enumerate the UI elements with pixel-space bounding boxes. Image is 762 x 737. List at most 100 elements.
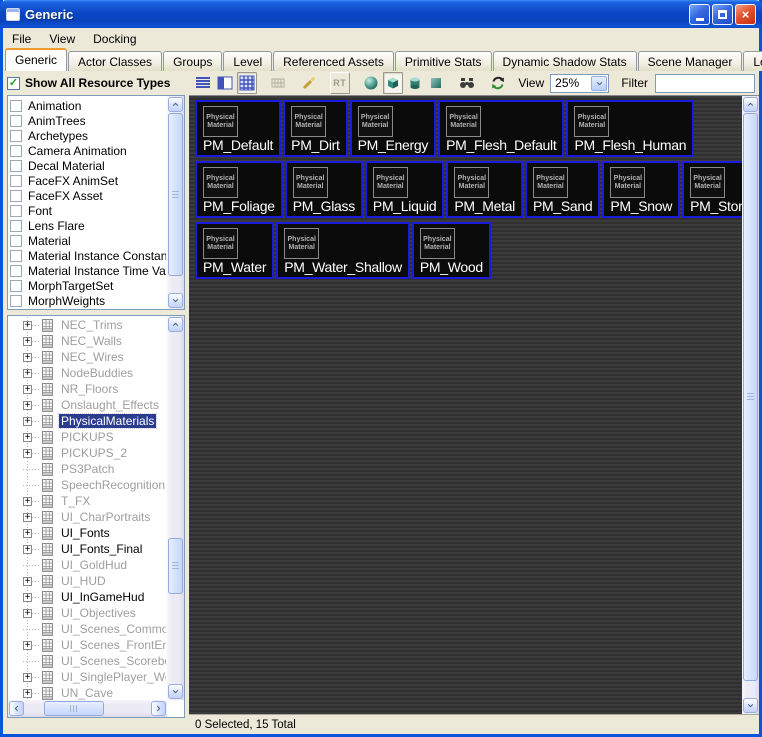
tab-actor-classes[interactable]: Actor Classes	[68, 51, 163, 71]
scroll-down-button[interactable]	[743, 698, 758, 713]
asset-tile[interactable]: Physical Material PM_Wood	[411, 222, 491, 279]
expand-plus-icon[interactable]	[23, 639, 32, 652]
show-all-resource-types-row[interactable]: ✓ Show All Resource Types	[7, 73, 170, 93]
resource-type-checkbox[interactable]	[10, 234, 22, 247]
scroll-up-button[interactable]	[168, 97, 183, 112]
tree-item[interactable]: NodeBuddies	[10, 365, 166, 381]
asset-tile[interactable]: Physical Material PM_Default	[195, 100, 282, 157]
expand-plus-icon[interactable]	[23, 319, 32, 332]
resource-type-row[interactable]: FaceFX AnimSet	[10, 173, 166, 188]
expand-plus-icon[interactable]	[23, 575, 32, 588]
cube-primitive-button[interactable]	[382, 72, 403, 94]
resource-type-row[interactable]: Decal Material	[10, 158, 166, 173]
expand-plus-icon[interactable]	[23, 383, 32, 396]
asset-tile[interactable]: Physical Material PM_Water_Shallow	[276, 222, 410, 279]
scroll-left-button[interactable]	[9, 701, 24, 716]
tab-scene-manager[interactable]: Scene Manager	[637, 51, 743, 71]
resource-type-row[interactable]: Font	[10, 203, 166, 218]
scroll-down-button[interactable]	[168, 684, 183, 699]
resource-type-checkbox[interactable]	[10, 279, 22, 292]
tab-level[interactable]: Level	[223, 51, 273, 71]
tree-item[interactable]: UN_Cave	[10, 685, 166, 700]
resource-type-checkbox[interactable]	[10, 174, 22, 187]
tree-item[interactable]: UI_GoldHud	[10, 557, 166, 573]
cylinder-primitive-button[interactable]	[405, 72, 425, 94]
resource-type-checkbox[interactable]	[10, 129, 22, 142]
tree-item[interactable]: PS3Patch	[10, 461, 166, 477]
tree-item[interactable]: NEC_Wires	[10, 349, 166, 365]
show-all-checkbox[interactable]: ✓	[7, 76, 20, 90]
expand-plus-icon[interactable]	[23, 543, 32, 556]
detail-grid-button[interactable]	[268, 72, 288, 94]
expand-plus-icon[interactable]	[23, 495, 32, 508]
resource-type-checkbox[interactable]	[10, 249, 22, 262]
resource-type-row[interactable]: Animation	[10, 98, 166, 113]
scrollbar-thumb[interactable]	[168, 113, 183, 276]
asset-tile[interactable]: Physical Material PM_Energy	[349, 100, 437, 157]
combo-dropdown-button[interactable]	[591, 75, 608, 91]
asset-tile[interactable]: Physical Material PM_Liquid	[364, 161, 445, 218]
close-button[interactable]: ×	[735, 3, 756, 25]
expand-plus-icon[interactable]	[23, 671, 32, 684]
expand-plus-icon[interactable]	[23, 367, 32, 380]
tree-item[interactable]: UI_HUD	[10, 573, 166, 589]
thumbnail-view-button[interactable]	[236, 72, 257, 94]
tree-v-scrollbar[interactable]	[167, 316, 184, 700]
tree-item[interactable]: SpeechRecognition	[10, 477, 166, 493]
resource-type-row[interactable]: Lens Flare	[10, 218, 166, 233]
tab-referenced-assets[interactable]: Referenced Assets	[273, 51, 394, 71]
tree-h-scrollbar[interactable]	[8, 700, 167, 717]
sphere-primitive-button[interactable]	[361, 72, 381, 94]
resource-type-row[interactable]: Material Instance Time Varyin	[10, 263, 166, 278]
asset-tile[interactable]: Physical Material PM_Dirt	[283, 100, 348, 157]
tab-log[interactable]: Log	[743, 51, 762, 71]
tab-primitive-stats[interactable]: Primitive Stats	[394, 51, 492, 71]
resource-type-checkbox[interactable]	[10, 294, 22, 307]
asset-tile[interactable]: Physical Material PM_Foliage	[195, 161, 283, 218]
expand-plus-icon[interactable]	[23, 591, 32, 604]
asset-tile[interactable]: Physical Material PM_Flesh_Human	[566, 100, 695, 157]
tree-item[interactable]: UI_Fonts	[10, 525, 166, 541]
refresh-button[interactable]	[488, 72, 508, 94]
tab-groups[interactable]: Groups	[163, 51, 223, 71]
minimize-button[interactable]	[689, 3, 710, 25]
resource-type-checkbox[interactable]	[10, 159, 22, 172]
menu-docking[interactable]: Docking	[84, 30, 145, 48]
plane-primitive-button[interactable]	[426, 72, 446, 94]
resource-type-checkbox[interactable]	[10, 114, 22, 127]
usage-tool-button[interactable]	[299, 72, 319, 94]
asset-tile[interactable]: Physical Material PM_Snow	[602, 161, 681, 218]
tree-item[interactable]: PICKUPS	[10, 429, 166, 445]
tab-dynamic-shadow-stats[interactable]: Dynamic Shadow Stats	[492, 51, 637, 71]
search-button[interactable]	[457, 72, 477, 94]
tree-item[interactable]: NEC_Trims	[10, 317, 166, 333]
asset-tile[interactable]: Physical Material PM_Glass	[284, 161, 363, 218]
expand-plus-icon[interactable]	[23, 511, 32, 524]
resource-list-scrollbar[interactable]	[167, 96, 184, 309]
scrollbar-thumb[interactable]	[44, 701, 104, 716]
expand-plus-icon[interactable]	[23, 335, 32, 348]
tab-generic[interactable]: Generic	[5, 48, 68, 71]
scroll-up-button[interactable]	[168, 317, 183, 332]
asset-tile[interactable]: Physical Material PM_Flesh_Default	[438, 100, 565, 157]
asset-tile[interactable]: Physical Material PM_Water	[195, 222, 275, 279]
expand-plus-icon[interactable]	[23, 399, 32, 412]
scrollbar-thumb[interactable]	[168, 538, 183, 594]
expand-plus-icon[interactable]	[23, 447, 32, 460]
resource-type-row[interactable]: AnimTrees	[10, 113, 166, 128]
tree-item[interactable]: NR_Floors	[10, 381, 166, 397]
filter-input[interactable]	[655, 73, 755, 93]
tree-item[interactable]: UI_Scenes_Scoreboards	[10, 653, 166, 669]
split-view-button[interactable]	[215, 72, 235, 94]
resource-type-checkbox[interactable]	[10, 219, 22, 232]
tree-item[interactable]: NEC_Walls	[10, 333, 166, 349]
list-view-button[interactable]	[193, 72, 213, 94]
resource-type-checkbox[interactable]	[10, 204, 22, 217]
expand-plus-icon[interactable]	[23, 527, 32, 540]
scroll-down-button[interactable]	[168, 293, 183, 308]
expand-plus-icon[interactable]	[23, 415, 32, 428]
tree-item[interactable]: UI_Scenes_FrontEnd	[10, 637, 166, 653]
asset-tile[interactable]: Physical Material PM_Metal	[446, 161, 523, 218]
tree-item[interactable]: UI_Scenes_Common	[10, 621, 166, 637]
resource-type-row[interactable]: Material Instance Constant	[10, 248, 166, 263]
